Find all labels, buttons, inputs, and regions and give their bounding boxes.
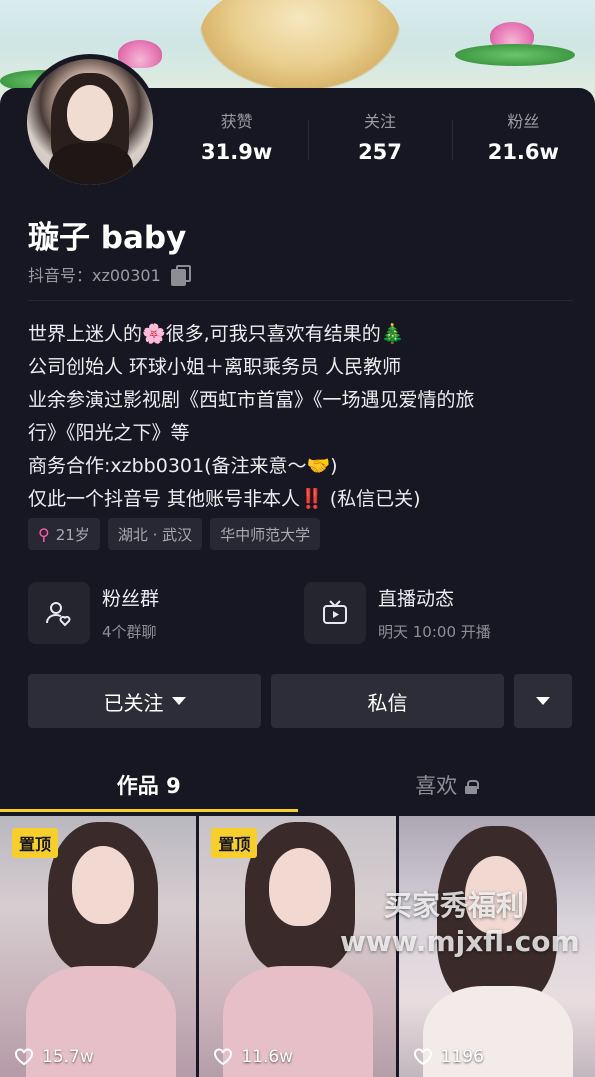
avatar[interactable] (22, 54, 158, 190)
video-likes-count: 11.6w (241, 1047, 294, 1067)
pinned-badge: 置顶 (12, 828, 59, 858)
tab-works-label: 作品 9 (116, 774, 181, 798)
followed-label: 已关注 (103, 690, 164, 715)
live-tv-icon (304, 582, 366, 644)
fan-group-icon (28, 582, 90, 644)
banner-buddha-image (200, 0, 400, 90)
heart-icon (15, 1048, 33, 1066)
feature-title: 直播动态 (378, 588, 455, 610)
video-likes: 11.6w (213, 1047, 293, 1067)
bio-line: 公司创始人 环球小姐＋离职乘务员 人民教师 (28, 356, 402, 378)
more-options-button[interactable] (514, 674, 572, 728)
tag-school[interactable]: 华中师范大学 (210, 518, 321, 550)
stat-followers[interactable]: 粉丝 21.6w (451, 106, 595, 166)
feature-subtitle: 4个群聊 (102, 623, 157, 641)
video-likes: 15.7w (14, 1047, 94, 1067)
bio-line: 业余参演过影视剧《西虹市首富》《一场遇见爱情的旅 (28, 389, 475, 411)
profile-stats: 获赞 31.9w 关注 257 粉丝 21.6w (165, 106, 595, 166)
profile-bio: 世界上迷人的🌸很多,可我只喜欢有结果的🎄 公司创始人 环球小姐＋离职乘务员 人民… (28, 318, 573, 516)
caret-down-icon (536, 697, 550, 705)
lock-icon (465, 780, 480, 794)
tag-location: 湖北 · 武汉 (107, 518, 203, 550)
live-schedule-entry[interactable]: 直播动态 明天 10:00 开播 (304, 582, 564, 644)
profile-tags: ⚲ 21岁 湖北 · 武汉 华中师范大学 (28, 518, 321, 550)
bio-line: 商务合作:xzbb0301(备注来意～🤝) (28, 455, 338, 477)
pinned-badge: 置顶 (211, 828, 258, 858)
profile-features: 粉丝群 4个群聊 直播动态 明天 10:00 开播 (28, 582, 564, 644)
message-button[interactable]: 私信 (271, 674, 504, 728)
douyin-id: 抖音号：xz00301 (28, 266, 161, 285)
message-label: 私信 (367, 690, 408, 715)
stat-value: 257 (358, 140, 402, 164)
video-likes-count: 15.7w (42, 1047, 94, 1067)
heart-icon (413, 1048, 432, 1066)
followed-button[interactable]: 已关注 (28, 674, 261, 728)
tag-label: 华中师范大学 (220, 525, 311, 544)
female-icon: ⚲ (38, 524, 50, 544)
tag-age: ⚲ 21岁 (28, 518, 100, 550)
heart-icon (214, 1048, 233, 1066)
watermark: 买家秀福利 www.mjxfl.com (340, 888, 580, 960)
feature-title: 粉丝群 (102, 588, 160, 610)
copy-icon[interactable] (170, 265, 191, 286)
bio-line: 世界上迷人的🌸很多,可我只喜欢有结果的🎄 (28, 323, 405, 345)
divider (28, 300, 573, 301)
stat-value: 21.6w (487, 140, 559, 164)
fan-group-entry[interactable]: 粉丝群 4个群聊 (28, 582, 288, 644)
tag-label: 湖北 · 武汉 (117, 525, 193, 544)
bio-line: 仅此一个抖音号 其他账号非本人‼️ (私信已关) (28, 488, 421, 510)
watermark-line: 买家秀福利 (384, 889, 525, 922)
video-thumbnail[interactable]: 置顶 15.7w (0, 816, 197, 1077)
tab-likes-label: 喜欢 (415, 774, 458, 798)
banner-lotus-leaf (455, 44, 575, 66)
feature-subtitle: 明天 10:00 开播 (378, 623, 491, 641)
caret-down-icon (171, 697, 186, 705)
video-likes: 1196 (413, 1047, 484, 1067)
stat-label: 关注 (363, 112, 396, 131)
stat-label: 获赞 (220, 112, 253, 131)
stat-label: 粉丝 (507, 112, 540, 131)
tab-likes[interactable]: 喜欢 (298, 760, 595, 812)
stat-likes[interactable]: 获赞 31.9w (165, 106, 308, 166)
bio-line: 行》《阳光之下》等 (28, 422, 190, 444)
tab-works[interactable]: 作品 9 (0, 760, 298, 812)
content-tabs: 作品 9 喜欢 (0, 760, 595, 812)
stat-following[interactable]: 关注 257 (308, 106, 451, 166)
profile-actions: 已关注 私信 (28, 674, 572, 728)
watermark-line: www.mjxfl.com (340, 925, 580, 958)
video-likes-count: 1196 (440, 1047, 484, 1067)
profile-name: 璇子 baby (28, 220, 187, 256)
douyin-id-row[interactable]: 抖音号：xz00301 (28, 262, 191, 286)
stat-value: 31.9w (201, 140, 273, 164)
tag-label: 21岁 (55, 525, 90, 544)
